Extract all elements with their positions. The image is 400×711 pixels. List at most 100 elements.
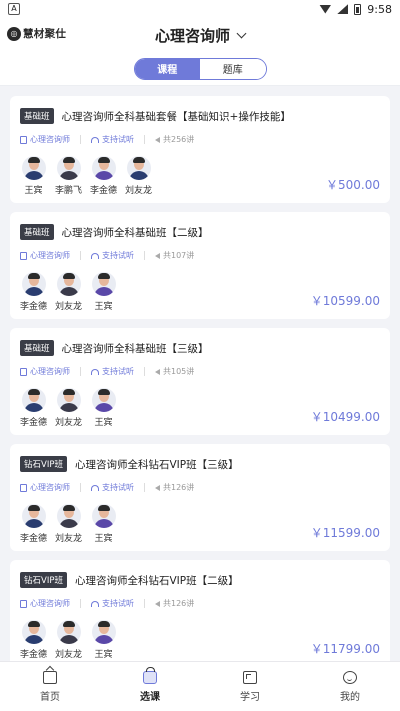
trial-label: 支持试听 <box>102 367 134 376</box>
avatar <box>126 156 151 180</box>
study-icon <box>243 670 257 684</box>
teacher: 王宾 <box>90 272 117 312</box>
teacher: 王宾 <box>90 388 117 428</box>
nav-course-select-label: 选课 <box>140 691 160 703</box>
book-icon <box>20 367 27 376</box>
teacher: 王宾 <box>20 156 47 196</box>
teacher: 刘友龙 <box>55 388 82 428</box>
nav-study[interactable]: 学习 <box>200 662 300 711</box>
teacher-name: 王宾 <box>24 186 43 196</box>
clock: 9:58 <box>367 2 392 16</box>
lesson-count: 共126讲 <box>155 598 194 609</box>
course-category-label: 心理咨询师 <box>30 483 70 492</box>
lesson-count: 共107讲 <box>155 250 194 261</box>
book-icon <box>20 483 27 492</box>
course-category: 心理咨询师 <box>20 134 70 145</box>
teacher: 李金德 <box>20 388 47 428</box>
divider <box>80 367 81 376</box>
avatar <box>56 504 81 528</box>
course-badge: 基础班 <box>20 340 54 356</box>
home-icon <box>43 670 57 684</box>
book-icon <box>20 599 27 608</box>
tab-bar: 课程 题库 <box>0 52 400 86</box>
course-price: ￥11799.00 <box>310 642 380 656</box>
divider <box>80 483 81 492</box>
course-category-label: 心理咨询师 <box>30 251 70 260</box>
teacher-name: 李金德 <box>20 418 48 428</box>
course-price: ￥10499.00 <box>310 410 380 424</box>
course-basket-icon <box>143 666 157 684</box>
logo-text: 慧材聚仕 <box>23 28 67 40</box>
teacher: 王宾 <box>90 504 117 544</box>
divider <box>144 483 145 492</box>
logo-mark-icon: ◎ <box>7 26 21 41</box>
teacher-name: 刘友龙 <box>55 418 83 428</box>
course-category: 心理咨询师 <box>20 366 70 377</box>
headphones-icon <box>91 368 99 375</box>
status-bar: A 9:58 <box>0 0 400 18</box>
divider <box>144 251 145 260</box>
notification-icon: A <box>8 3 20 15</box>
chevron-down-icon <box>236 28 247 38</box>
avatar <box>56 620 81 644</box>
wifi-icon <box>319 4 332 14</box>
course-badge: 基础班 <box>20 224 54 240</box>
teacher-name: 刘友龙 <box>55 302 83 312</box>
teacher: 刘友龙 <box>55 504 82 544</box>
course-category-label: 心理咨询师 <box>30 367 70 376</box>
course-category-label: 心理咨询师 <box>30 135 70 144</box>
divider <box>144 599 145 608</box>
teacher-name: 王宾 <box>94 418 113 428</box>
teacher-name: 王宾 <box>94 302 113 312</box>
trial-label: 支持试听 <box>102 599 134 608</box>
lesson-count: 共256讲 <box>155 134 194 145</box>
teacher-name: 王宾 <box>94 650 113 660</box>
course-category: 心理咨询师 <box>20 482 70 493</box>
battery-icon <box>354 3 362 15</box>
avatar <box>56 388 81 412</box>
teacher: 刘友龙 <box>125 156 152 196</box>
lesson-count-label: 共256讲 <box>163 135 195 144</box>
bottom-nav: 首页 选课 学习 我的 <box>0 661 400 711</box>
volume-icon <box>155 600 160 607</box>
headphones-icon <box>91 600 99 607</box>
book-icon <box>20 135 27 144</box>
teacher: 李金德 <box>20 620 47 660</box>
course-category-label: 心理咨询师 <box>30 599 70 608</box>
teacher: 王宾 <box>90 620 117 660</box>
avatar <box>91 620 116 644</box>
teacher-name: 李金德 <box>90 186 118 196</box>
subject-selector[interactable]: 心理咨询师 <box>155 25 247 46</box>
lesson-count: 共126讲 <box>155 482 194 493</box>
teacher-name: 李鹏飞 <box>55 186 83 196</box>
book-icon <box>20 251 27 260</box>
nav-course-select[interactable]: 选课 <box>100 662 200 711</box>
avatar <box>56 156 81 180</box>
avatar <box>21 272 46 296</box>
lesson-count-label: 共126讲 <box>163 483 195 492</box>
avatar <box>21 620 46 644</box>
course-badge: 基础班 <box>20 108 54 124</box>
nav-home-label: 首页 <box>40 691 60 703</box>
lesson-count: 共105讲 <box>155 366 194 377</box>
course-card[interactable]: 基础班 心理咨询师全科基础班【二级】 心理咨询师 支持试听 共107讲 李金德 … <box>10 212 390 319</box>
course-price: ￥500.00 <box>326 178 380 192</box>
course-card[interactable]: 基础班 心理咨询师全科基础班【三级】 心理咨询师 支持试听 共105讲 李金德 … <box>10 328 390 435</box>
nav-study-label: 学习 <box>240 691 260 703</box>
nav-profile[interactable]: 我的 <box>300 662 400 711</box>
course-card[interactable]: 基础班 心理咨询师全科基础套餐【基础知识+操作技能】 心理咨询师 支持试听 共2… <box>10 96 390 203</box>
course-card[interactable]: 钻石VIP班 心理咨询师全科钻石VIP班【二级】 心理咨询师 支持试听 共126… <box>10 560 390 661</box>
teacher: 李金德 <box>90 156 117 196</box>
teacher: 刘友龙 <box>55 620 82 660</box>
nav-home[interactable]: 首页 <box>0 662 100 711</box>
avatar <box>21 388 46 412</box>
course-card[interactable]: 钻石VIP班 心理咨询师全科钻石VIP班【三级】 心理咨询师 支持试听 共126… <box>10 444 390 551</box>
tab-courses[interactable]: 课程 <box>134 58 200 79</box>
tab-question-bank[interactable]: 题库 <box>200 58 266 79</box>
divider <box>80 135 81 144</box>
course-title: 心理咨询师全科钻石VIP班【二级】 <box>74 574 239 587</box>
course-price: ￥11599.00 <box>310 526 380 540</box>
course-list: 基础班 心理咨询师全科基础套餐【基础知识+操作技能】 心理咨询师 支持试听 共2… <box>0 86 400 661</box>
headphones-icon <box>91 484 99 491</box>
profile-icon <box>343 670 357 684</box>
